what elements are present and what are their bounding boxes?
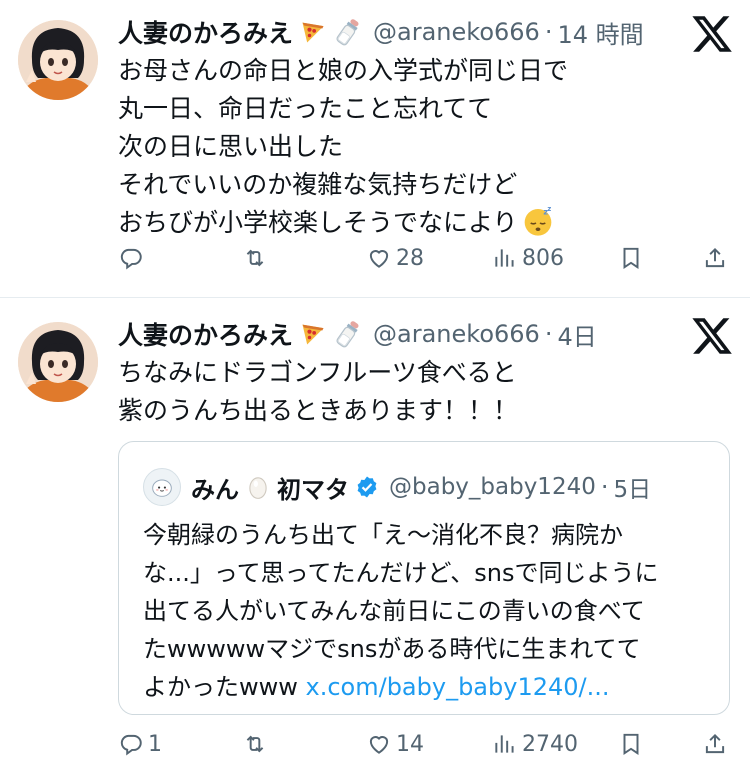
quoted-tweet[interactable]: みん 初マタ @baby_baby1240 · 5日 今朝緑のうんち出て「え〜消… (118, 441, 730, 715)
tweet-text-line: 丸一日、命日だったこと忘れてて (118, 94, 493, 123)
quoted-author-name: みん (191, 475, 239, 504)
baby-bottle-icon (333, 319, 363, 349)
author-name[interactable]: 人妻のかろみえ (118, 14, 293, 50)
quoted-text-line: 出てる人がいてみんな前日にこの青いの食べて (143, 597, 645, 625)
share-icon (702, 245, 728, 271)
bookmark-button[interactable] (618, 245, 644, 271)
share-button[interactable] (702, 245, 728, 271)
quoted-timestamp: 5日 (613, 477, 652, 503)
action-bar: 28 806 (118, 245, 730, 281)
reply-icon (118, 731, 144, 757)
quoted-text-line: な...」って思ってたんだけど、snsで同じように (143, 559, 659, 587)
baby-bottle-icon (333, 17, 363, 47)
separator-dot: · (544, 18, 553, 46)
x-logo-icon[interactable] (690, 314, 734, 358)
tweet-text-line-last: おちびが小学校楽しそうでなにより (118, 204, 568, 242)
retweet-icon (242, 245, 268, 271)
avatar[interactable] (18, 20, 98, 100)
tweet-text-line: お母さんの命日と娘の入学式が同じ日で (118, 56, 569, 85)
like-count: 28 (396, 245, 424, 271)
heart-icon (366, 245, 392, 271)
views-icon (492, 245, 518, 271)
bookmark-button[interactable] (618, 731, 644, 757)
views-count: 806 (522, 245, 564, 271)
reply-icon (118, 245, 144, 271)
like-button[interactable]: 14 (366, 731, 424, 757)
pizza-icon (299, 320, 327, 348)
quoted-link[interactable]: x.com/baby_baby1240/... (306, 673, 610, 701)
views-button[interactable]: 806 (492, 245, 564, 271)
author-name[interactable]: 人妻のかろみえ (118, 316, 293, 352)
quoted-text-line-last: よかったwww x.com/baby_baby1240/... (143, 668, 659, 706)
egg-icon (245, 474, 271, 500)
avatar[interactable] (18, 322, 98, 402)
retweet-button[interactable] (242, 245, 272, 271)
views-count: 2740 (522, 731, 578, 757)
quoted-text-line: たwwwwwマジでsnsがある時代に生まれてて (143, 635, 641, 663)
heart-icon (366, 731, 392, 757)
reply-count: 1 (148, 731, 162, 757)
tweet-text-line: ちなみにドラゴンフルーツ食べると (118, 358, 517, 387)
tweet-text: ちなみにドラゴンフルーツ食べると 紫のうんち出るときあります！！！ (118, 354, 518, 430)
quoted-tweet-text: 今朝緑のうんち出て「え〜消化不良？病院か な...」って思ってたんだけど、sns… (143, 516, 659, 706)
x-logo-icon[interactable] (690, 12, 734, 56)
author-handle[interactable]: @araneko666 (373, 320, 540, 348)
separator-dot: · (600, 473, 609, 501)
bookmark-icon (618, 245, 644, 271)
like-button[interactable]: 28 (366, 245, 424, 271)
sleeping-face-icon (522, 205, 554, 237)
author-handle[interactable]: @araneko666 (373, 18, 540, 46)
like-count: 14 (396, 731, 424, 757)
tweet-header: 人妻のかろみえ @araneko666 · 4日 (118, 316, 597, 352)
tweet-header: 人妻のかろみえ @araneko666 · 14 時間 (118, 14, 644, 50)
quoted-avatar[interactable] (143, 468, 181, 506)
views-button[interactable]: 2740 (492, 731, 578, 757)
quoted-handle: @baby_baby1240 (389, 474, 596, 500)
timestamp[interactable]: 4日 (557, 317, 596, 352)
retweet-icon (242, 731, 268, 757)
tweet[interactable]: 人妻のかろみえ @araneko666 · 14 時間 お母さんの命日と娘の入学… (0, 0, 750, 296)
share-icon (702, 731, 728, 757)
quoted-tweet-header: みん 初マタ @baby_baby1240 · 5日 (143, 468, 651, 506)
timestamp[interactable]: 14 時間 (557, 15, 643, 50)
tweet-text: お母さんの命日と娘の入学式が同じ日で 丸一日、命日だったこと忘れてて 次の日に思… (118, 52, 568, 242)
quoted-text-line: よかったwww (143, 673, 306, 701)
action-bar: 1 14 2740 (118, 731, 730, 767)
reply-button[interactable] (118, 245, 148, 271)
tweet-text-line: それでいいのか複雑な気持ちだけど (118, 170, 518, 199)
pizza-icon (299, 18, 327, 46)
retweet-button[interactable] (242, 731, 272, 757)
verified-badge-icon (355, 475, 379, 499)
quoted-author-name-suffix: 初マタ (277, 475, 349, 504)
share-button[interactable] (702, 731, 728, 757)
bookmark-icon (618, 731, 644, 757)
quoted-text-line: 今朝緑のうんち出て「え〜消化不良？病院か (143, 521, 623, 549)
tweet-text-line: おちびが小学校楽しそうでなにより (118, 208, 518, 237)
separator-dot: · (544, 320, 553, 348)
reply-button[interactable]: 1 (118, 731, 162, 757)
views-icon (492, 731, 518, 757)
tweet-text-line: 次の日に思い出した (118, 132, 344, 161)
tweet-text-line: 紫のうんち出るときあります！！！ (118, 396, 519, 425)
